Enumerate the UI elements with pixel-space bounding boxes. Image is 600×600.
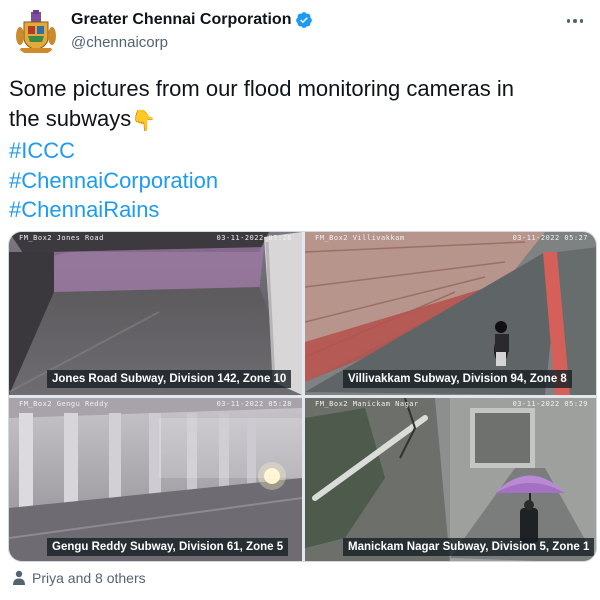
person-icon [13, 570, 25, 585]
tweet-text-line-2-text: the subways [9, 105, 132, 131]
camera-timestamp: 03-11-2022 05:27 [512, 234, 588, 242]
tweet-text-line-2: the subways👇 [9, 104, 589, 137]
liked-by[interactable]: Priya and 8 others [12, 570, 146, 586]
tweet-text-line-1: Some pictures from our flood monitoring … [9, 76, 514, 101]
avatar[interactable] [12, 8, 60, 56]
image-caption: Villivakkam Subway, Division 94, Zone 8 [343, 370, 572, 388]
pointing-down-emoji: 👇 [131, 109, 157, 132]
camera-timestamp: 03-11-2022 05:29 [512, 400, 588, 408]
image-caption: Manickam Nagar Subway, Division 5, Zone … [343, 538, 595, 556]
hashtag-iccc[interactable]: #ICCC [9, 136, 589, 166]
camera-image-gengu-reddy[interactable]: FM_Box2 Gengu Reddy 03-11-2022 05:28 Gen… [9, 398, 302, 561]
chennai-corporation-emblem-icon [12, 8, 60, 56]
media-grid: FM_Box2 Jones Road 03-11-2022 05:26 Jone… [8, 231, 597, 562]
verified-badge-icon [296, 12, 313, 28]
camera-label: FM_Box2 Villivakkam [315, 234, 405, 242]
camera-image-villivakkam[interactable]: FM_Box2 Villivakkam 03-11-2022 05:27 Vil… [305, 232, 596, 395]
camera-label: FM_Box2 Manickam Nagar [315, 400, 419, 408]
camera-timestamp: 03-11-2022 05:28 [216, 400, 292, 408]
liked-by-text: Priya and 8 others [32, 570, 146, 586]
hashtag-chennaicorporation[interactable]: #ChennaiCorporation [9, 166, 589, 196]
handle[interactable]: @chennaicorp [71, 34, 168, 51]
more-options-icon[interactable] [564, 12, 586, 30]
camera-label: FM_Box2 Jones Road [19, 234, 104, 242]
hashtag-chennairains[interactable]: #ChennaiRains [9, 195, 589, 225]
image-caption: Gengu Reddy Subway, Division 61, Zone 5 [47, 538, 289, 556]
image-caption: Jones Road Subway, Division 142, Zone 10 [47, 370, 292, 388]
camera-image-jones-road[interactable]: FM_Box2 Jones Road 03-11-2022 05:26 Jone… [9, 232, 302, 395]
display-name[interactable]: Greater Chennai Corporation [71, 11, 291, 29]
camera-image-manickam-nagar[interactable]: FM_Box2 Manickam Nagar 03-11-2022 05:29 … [305, 398, 596, 561]
camera-timestamp: 03-11-2022 05:26 [216, 234, 292, 242]
tweet-text: Some pictures from our flood monitoring … [9, 74, 589, 225]
author-info: Greater Chennai Corporation [71, 11, 313, 29]
camera-label: FM_Box2 Gengu Reddy [19, 400, 109, 408]
